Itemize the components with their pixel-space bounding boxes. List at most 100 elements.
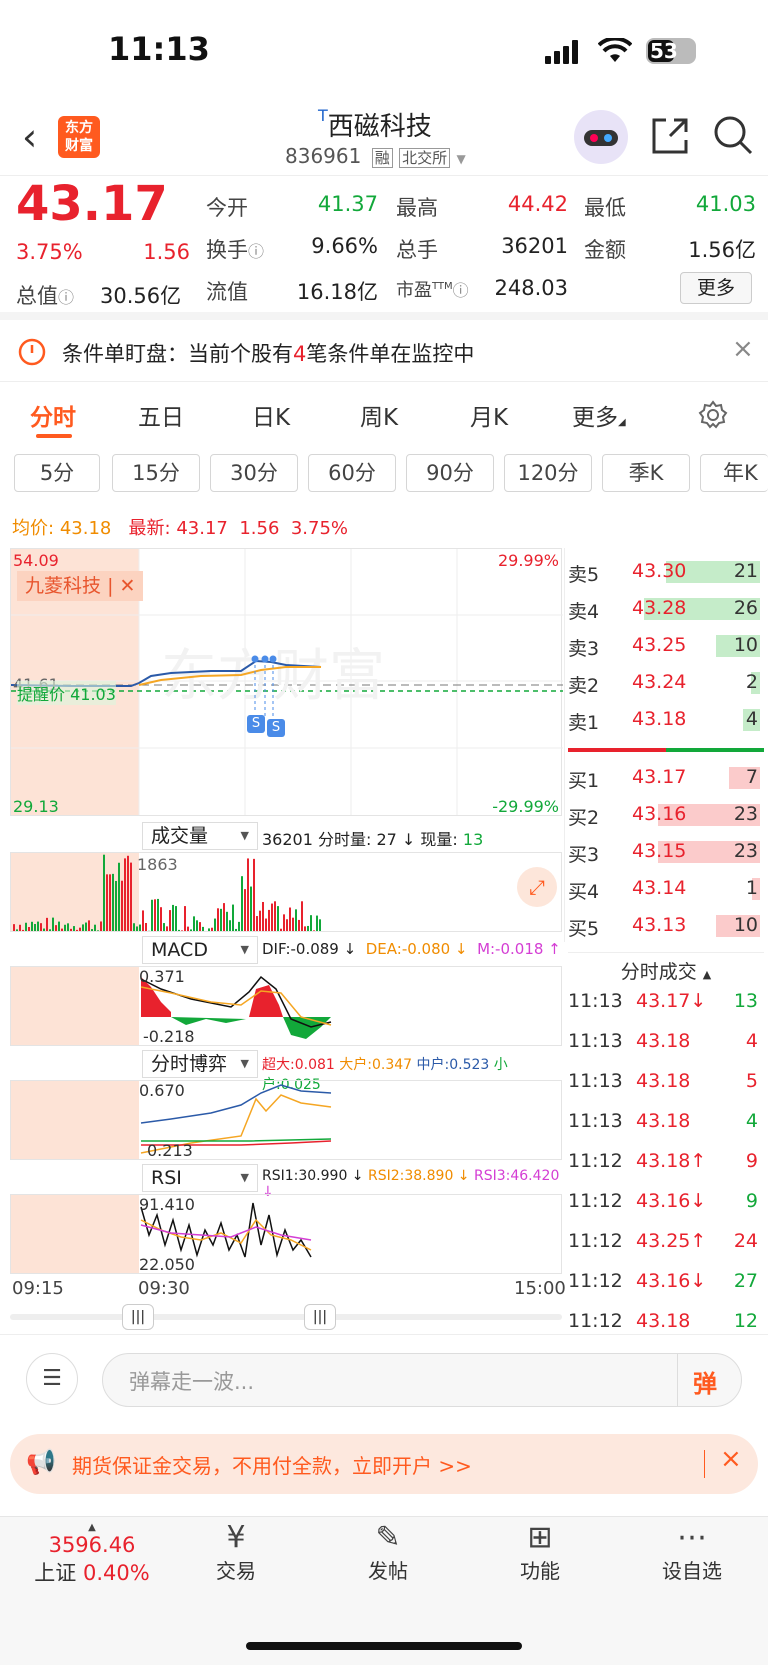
- volume-bar: [130, 862, 132, 931]
- period-15min[interactable]: 15分: [112, 454, 200, 492]
- ask-row[interactable]: 卖4 43.28 26: [568, 591, 764, 627]
- settings-icon[interactable]: [698, 400, 728, 430]
- period-60min[interactable]: 60分: [308, 454, 396, 492]
- macd-selector[interactable]: MACD: [142, 936, 258, 964]
- volume-bar: [106, 874, 108, 931]
- volume-chart[interactable]: 1863 ⤢: [10, 852, 562, 932]
- volume-bar: [199, 922, 201, 931]
- ad-banner[interactable]: 📢 期货保证金交易，不用付全款，立即开户 >> ×: [10, 1434, 758, 1494]
- volume-bar: [238, 921, 240, 931]
- danmu-button[interactable]: 弹: [693, 1364, 717, 1399]
- danmu-settings-icon[interactable]: ☰: [26, 1353, 78, 1405]
- stock-title: T西磁科技: [318, 106, 432, 142]
- close-icon[interactable]: ×: [732, 334, 754, 364]
- tick-time: 11:13: [568, 990, 623, 1012]
- app-logo[interactable]: 东方 财富: [58, 116, 100, 158]
- volume-total: 36201: [262, 830, 313, 849]
- ask-row[interactable]: 卖3 43.25 10: [568, 628, 764, 664]
- volume-bar: [109, 874, 111, 931]
- float-value: 16.18亿: [296, 280, 378, 304]
- volume-bar: [271, 903, 273, 931]
- bid-row[interactable]: 买5 43.13 10: [568, 908, 764, 944]
- ask-row[interactable]: 卖5 43.30 21: [568, 554, 764, 590]
- volume-bar: [67, 923, 69, 931]
- bid-row[interactable]: 买4 43.14 1: [568, 871, 764, 907]
- nav-add-watchlist[interactable]: ⋯ 设自选: [632, 1520, 752, 1584]
- level-price: 43.13: [632, 914, 687, 936]
- volume-bar: [154, 899, 156, 931]
- period-season-k[interactable]: 季K: [602, 454, 690, 492]
- amount-label: 金额: [584, 238, 626, 262]
- info-icon: ⓘ: [58, 288, 75, 307]
- rsi-selector[interactable]: RSI: [142, 1164, 258, 1192]
- range-handle-right[interactable]: |||: [304, 1304, 336, 1330]
- power-icon: [18, 338, 46, 366]
- period-120min[interactable]: 120分: [504, 454, 592, 492]
- tab-intraday[interactable]: 分时: [30, 398, 76, 432]
- close-icon[interactable]: ✕: [120, 575, 136, 597]
- level-label: 卖1: [568, 712, 600, 734]
- orderbook-divider: [568, 748, 666, 752]
- back-icon[interactable]: ‹: [22, 118, 37, 156]
- comment-input[interactable]: 弹幕走一波... 弹: [102, 1353, 742, 1407]
- margin-tag: 融: [371, 148, 393, 168]
- ticks-title[interactable]: 分时成交 ▲: [568, 952, 764, 984]
- tick-volume: 24: [733, 1230, 758, 1252]
- compare-stock-chip[interactable]: 九菱科技 | ✕: [17, 571, 144, 601]
- tab-more[interactable]: 更多◢: [572, 398, 626, 432]
- nav-functions[interactable]: ⊞ 功能: [480, 1520, 600, 1584]
- volume-bar: [217, 908, 219, 931]
- tab-day-k[interactable]: 日K: [252, 398, 290, 432]
- ask-row[interactable]: 卖1 43.18 4: [568, 702, 764, 738]
- tab-month-k[interactable]: 月K: [470, 398, 508, 432]
- nav-trade[interactable]: ¥ 交易: [176, 1520, 296, 1584]
- period-30min[interactable]: 30分: [210, 454, 298, 492]
- tab-week-k[interactable]: 周K: [360, 398, 398, 432]
- period-90min[interactable]: 90分: [406, 454, 494, 492]
- close-icon[interactable]: ×: [720, 1444, 742, 1474]
- intraday-chart[interactable]: 东方财富 S S 54.09 29.13 29.99% -29.99% 41.6…: [10, 548, 563, 816]
- nav-post[interactable]: ✎ 发帖: [328, 1520, 448, 1584]
- share-icon[interactable]: [650, 116, 690, 156]
- robot-avatar[interactable]: [574, 110, 628, 164]
- level-label: 买2: [568, 807, 600, 829]
- stock-code-row[interactable]: 836961 融 北交所 ▼: [285, 144, 466, 168]
- sell-marker[interactable]: S: [247, 715, 265, 733]
- tick-time: 11:12: [568, 1310, 623, 1332]
- level-volume: 26: [733, 597, 758, 619]
- sell-marker[interactable]: S: [267, 719, 285, 737]
- volume-selector[interactable]: 成交量: [142, 822, 258, 850]
- period-year-k[interactable]: 年K: [700, 454, 768, 492]
- exchange-tag: 北交所: [399, 148, 451, 168]
- index-ticker[interactable]: ▲ 3596.46 上证 0.40%: [22, 1522, 162, 1587]
- more-button[interactable]: 更多: [680, 272, 752, 304]
- level-price: 43.16: [632, 803, 687, 825]
- alert-price-label: 提醒价 41.03: [17, 681, 116, 705]
- bid-row[interactable]: 买3 43.15 23: [568, 834, 764, 870]
- rsi-chart[interactable]: 91.410 22.050: [10, 1194, 562, 1274]
- volume-bar: [301, 901, 303, 931]
- search-icon[interactable]: [712, 114, 754, 156]
- volume-bar: [268, 909, 270, 931]
- tick-row: 11:12 43.18↑ 9: [568, 1144, 764, 1182]
- tab-5day[interactable]: 五日: [138, 398, 184, 432]
- turnover-value: 9.66%: [311, 234, 378, 258]
- level-price: 43.30: [632, 560, 687, 582]
- expand-icon[interactable]: ⤢: [517, 867, 557, 907]
- level-label: 买4: [568, 881, 600, 903]
- compare-stock-name: 九菱科技: [25, 575, 102, 597]
- bid-row[interactable]: 买2 43.16 23: [568, 797, 764, 833]
- game-large: 大户:0.347: [339, 1057, 413, 1073]
- bid-row[interactable]: 买1 43.17 7: [568, 760, 764, 796]
- macd-chart[interactable]: 0.371 -0.218: [10, 966, 562, 1046]
- ask-row[interactable]: 卖2 43.24 2: [568, 665, 764, 701]
- chevron-down-icon: ▼: [456, 152, 466, 166]
- game-selector[interactable]: 分时博弈: [142, 1050, 258, 1078]
- volume-bar: [244, 889, 246, 931]
- game-chart[interactable]: 0.670 0.213: [10, 1080, 562, 1160]
- period-5min[interactable]: 5分: [14, 454, 100, 492]
- pct-top-label: 29.99%: [497, 551, 559, 570]
- condition-notice[interactable]: 条件单盯盘：当前个股有4笔条件单在监控中 ×: [0, 322, 768, 382]
- range-handle-left[interactable]: |||: [122, 1304, 154, 1330]
- range-scrollbar[interactable]: [10, 1314, 562, 1320]
